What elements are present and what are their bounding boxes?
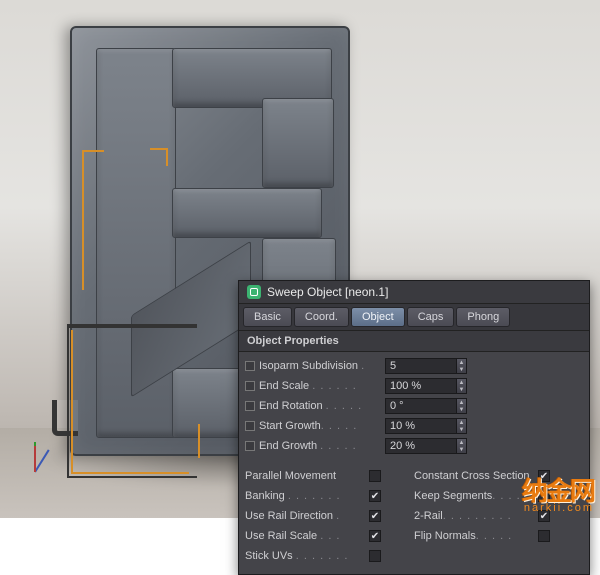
param-label: Isoparm Subdivision . <box>259 360 385 372</box>
chk-2-rail: 2-Rail. . . . . . . . . ✔ <box>414 506 583 526</box>
chk-label: Keep Segments. . . . <box>414 490 532 502</box>
checkbox[interactable] <box>369 470 381 482</box>
isoparm-input[interactable] <box>385 358 457 374</box>
checkbox[interactable] <box>538 530 550 542</box>
attribute-panel: Sweep Object [neon.1] Basic Coord. Objec… <box>238 280 590 575</box>
chk-label: Banking . . . . . . . <box>245 490 363 502</box>
param-anim-box[interactable] <box>245 421 255 431</box>
stepper[interactable]: ▲▼ <box>457 418 467 434</box>
axis-x[interactable] <box>34 446 36 472</box>
panel-title-text: Sweep Object [neon.1] <box>267 285 388 299</box>
param-row-end-rotation: End Rotation . . . . . ▲▼ <box>245 396 583 416</box>
checkbox[interactable]: ✔ <box>538 510 550 522</box>
letter-mid-bar <box>172 188 322 238</box>
end-scale-input[interactable] <box>385 378 457 394</box>
chk-label: Use Rail Direction . <box>245 510 363 522</box>
tab-basic[interactable]: Basic <box>243 307 292 327</box>
param-anim-box[interactable] <box>245 381 255 391</box>
section-header: Object Properties <box>239 331 589 352</box>
stepper[interactable]: ▲▼ <box>457 358 467 374</box>
chk-label: Flip Normals. . . . . <box>414 530 532 542</box>
checkbox[interactable] <box>369 550 381 562</box>
guide-bracket <box>150 148 168 166</box>
checkbox[interactable] <box>538 490 550 502</box>
stepper[interactable]: ▲▼ <box>457 438 467 454</box>
chk-flip-normals: Flip Normals. . . . . <box>414 526 583 546</box>
letter-top-bowl <box>262 98 334 188</box>
panel-titlebar[interactable]: Sweep Object [neon.1] <box>239 281 589 304</box>
end-rotation-input[interactable] <box>385 398 457 414</box>
param-anim-box[interactable] <box>245 441 255 451</box>
checkbox[interactable]: ✔ <box>369 530 381 542</box>
chk-label: Use Rail Scale . . . <box>245 530 363 542</box>
axis-z[interactable] <box>34 449 49 472</box>
chk-label: 2-Rail. . . . . . . . . <box>414 510 532 522</box>
param-anim-box[interactable] <box>245 361 255 371</box>
param-row-end-growth: End Growth . . . . . ▲▼ <box>245 436 583 456</box>
param-row-end-scale: End Scale . . . . . . ▲▼ <box>245 376 583 396</box>
chk-use-rail-scale: Use Rail Scale . . . ✔ <box>245 526 414 546</box>
checkbox[interactable]: ✔ <box>369 510 381 522</box>
axis-gizmo[interactable] <box>14 430 56 472</box>
tab-object[interactable]: Object <box>351 307 405 327</box>
stepper[interactable]: ▲▼ <box>457 398 467 414</box>
stepper[interactable]: ▲▼ <box>457 378 467 394</box>
checkbox-grid: Parallel Movement Constant Cross Section… <box>239 464 589 574</box>
checkbox[interactable]: ✔ <box>369 490 381 502</box>
param-anim-box[interactable] <box>245 401 255 411</box>
chk-parallel-movement: Parallel Movement <box>245 466 414 486</box>
param-label: End Rotation . . . . . <box>259 400 385 412</box>
parameter-rows: Isoparm Subdivision . ▲▼ End Scale . . .… <box>239 352 589 464</box>
checkbox[interactable]: ✔ <box>538 470 550 482</box>
panel-tabs: Basic Coord. Object Caps Phong <box>239 304 589 331</box>
chk-keep-segments: Keep Segments. . . . <box>414 486 583 506</box>
chk-use-rail-dir: Use Rail Direction . ✔ <box>245 506 414 526</box>
tab-caps[interactable]: Caps <box>407 307 455 327</box>
param-label: End Scale . . . . . . <box>259 380 385 392</box>
sweep-object-icon <box>247 285 261 299</box>
chk-label: Parallel Movement <box>245 470 363 482</box>
guide-bracket <box>71 330 189 474</box>
start-growth-input[interactable] <box>385 418 457 434</box>
chk-constant-cross: Constant Cross Section ✔ <box>414 466 583 486</box>
param-row-isoparm: Isoparm Subdivision . ▲▼ <box>245 356 583 376</box>
tab-coord[interactable]: Coord. <box>294 307 349 327</box>
chk-label: Stick UVs . . . . . . . <box>245 550 363 562</box>
chk-banking: Banking . . . . . . . ✔ <box>245 486 414 506</box>
guide-bracket <box>198 424 200 458</box>
end-growth-input[interactable] <box>385 438 457 454</box>
param-label: Start Growth. . . . . <box>259 420 385 432</box>
tab-phong[interactable]: Phong <box>456 307 510 327</box>
param-label: End Growth . . . . . <box>259 440 385 452</box>
guide-bracket <box>82 150 104 290</box>
param-row-start-growth: Start Growth. . . . . ▲▼ <box>245 416 583 436</box>
chk-stick-uvs: Stick UVs . . . . . . . <box>245 546 414 566</box>
chk-label: Constant Cross Section <box>414 470 532 482</box>
